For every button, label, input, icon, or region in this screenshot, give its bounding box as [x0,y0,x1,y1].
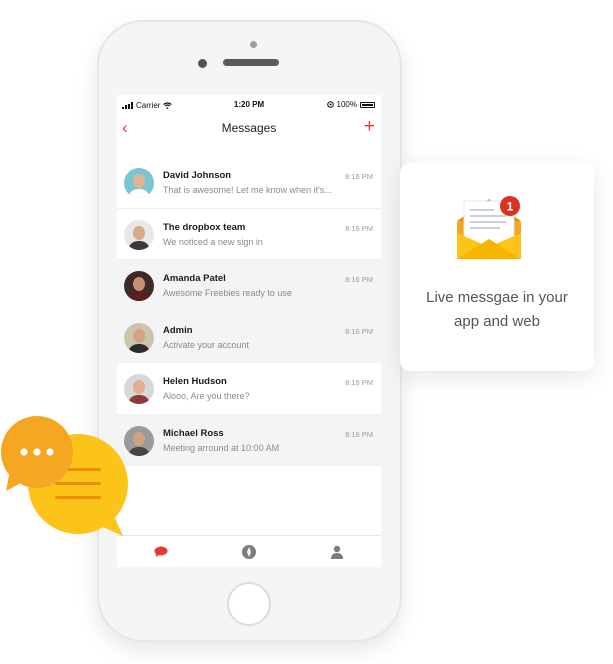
earpiece-speaker [223,59,279,66]
profile-icon[interactable] [329,544,345,560]
avatar [124,322,154,353]
message-time: 8:16 PM [345,429,373,439]
message-time: 8:16 PM [345,223,373,233]
message-row[interactable]: Helen Hudson Alooo, Are you there? 8:16 … [117,363,381,415]
mail-envelope-icon: 1 [457,196,521,259]
home-button[interactable] [227,582,271,626]
message-row[interactable]: Michael Ross Meeting arround at 10:00 AM… [117,414,381,466]
sender-name: The dropbox team [163,221,246,233]
message-row[interactable]: David Johnson That is awesome! Let me kn… [117,157,381,209]
message-row[interactable]: The dropbox team We noticed a new sign i… [117,208,381,260]
sender-name: Admin [163,324,193,336]
battery-icon [360,101,375,108]
message-list: David Johnson That is awesome! Let me kn… [117,157,381,467]
message-preview: Alooo, Are you there? [163,391,250,401]
plus-icon[interactable]: + [364,116,375,138]
chat-bubble-icon[interactable] [153,544,169,560]
message-time: 8:16 PM [345,378,373,387]
message-preview: Meeting arround at 10:00 AM [163,442,280,453]
sender-name: David Johnson [163,170,232,181]
tab-bar [117,535,381,567]
orientation-lock-icon [326,101,334,108]
sender-name: Amanda Patel [163,273,226,284]
avatar [124,374,154,404]
phone-screen: Carrier 1:20 PM 100% ‹ Messages + David … [117,95,381,567]
avatar [124,168,154,198]
nav-bar: ‹ Messages + [117,115,381,143]
chat-bubbles-illustration [1,416,128,536]
compass-icon[interactable] [241,544,257,560]
sender-name: Helen Hudson [163,376,227,387]
card-caption-line-1: Live messgae in your [426,289,568,306]
message-row[interactable]: Amanda Patel Awesome Freebies ready to u… [117,260,381,312]
message-preview: Awesome Freebies ready to use [163,288,292,298]
card-caption-line-2: app and web [454,313,540,330]
status-bar: Carrier 1:20 PM 100% [117,95,381,115]
avatar [124,271,154,301]
message-row[interactable]: Admin Activate your account 8:16 PM [117,311,381,363]
message-time: 8:16 PM [345,172,373,181]
card-caption: Live messgae in your app and web [400,286,594,334]
message-preview: We noticed a new sign in [163,236,263,247]
notification-card: 1 Live messgae in your app and web [400,163,594,371]
message-time: 8:16 PM [345,275,373,284]
message-preview: That is awesome! Let me know when it's..… [163,185,332,195]
battery-percent: 100% [336,100,357,109]
front-camera [250,41,257,48]
message-preview: Activate your account [163,339,250,350]
page-title: Messages [221,121,277,135]
notification-count: 1 [507,200,514,214]
avatar [124,219,154,250]
sender-name: Michael Ross [163,427,224,439]
proximity-sensor [198,59,207,68]
message-time: 8:16 PM [345,326,373,336]
